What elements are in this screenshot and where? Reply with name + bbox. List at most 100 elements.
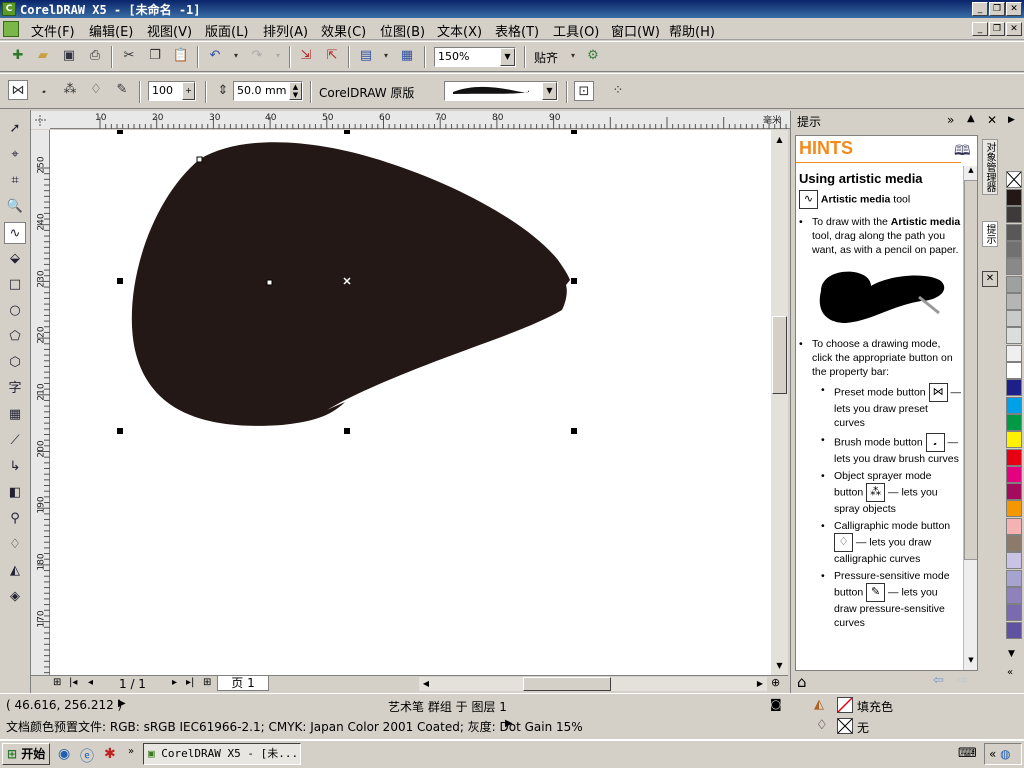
close-button[interactable]: ✕ xyxy=(1006,2,1022,16)
quicklaunch-more-icon[interactable]: » xyxy=(128,746,134,757)
blend-tool-icon[interactable]: ◧ xyxy=(4,482,26,504)
artistic-media-tool-icon[interactable]: ∿ xyxy=(4,222,26,244)
start-button[interactable]: ⊞ 开始 xyxy=(2,743,50,765)
vertical-scrollbar[interactable]: ▲ ▼ xyxy=(771,130,788,675)
redo-dropdown-icon[interactable]: ▾ xyxy=(268,46,288,66)
color-swatch[interactable] xyxy=(1006,552,1022,570)
path-node[interactable] xyxy=(266,279,273,286)
color-swatch[interactable] xyxy=(1006,517,1022,535)
palette-scroll-down-icon[interactable]: ▼ xyxy=(1008,649,1015,659)
interactive-fill-tool-icon[interactable]: ◈ xyxy=(4,586,26,608)
hints-forward-icon[interactable]: ⇨ xyxy=(957,673,968,688)
ie-quicklaunch-icon[interactable]: ⓔ xyxy=(80,746,94,766)
menu-help[interactable]: 帮助(H) xyxy=(669,21,715,40)
undo-icon[interactable]: ↶ xyxy=(205,46,225,66)
cut-icon[interactable]: ✂ xyxy=(119,46,139,66)
last-page-icon[interactable]: ▸| xyxy=(186,677,194,688)
outline-swatch[interactable] xyxy=(837,718,853,734)
color-swatch[interactable] xyxy=(1006,223,1022,241)
color-profile-info[interactable]: 文档颜色预置文件: RGB: sRGB IEC61966-2.1; CMYK: … xyxy=(6,718,583,735)
add-page-before-icon[interactable]: ⊞ xyxy=(53,677,61,688)
tray-expand-icon[interactable]: « xyxy=(989,747,996,761)
horizontal-ruler[interactable]: 10 20 30 40 50 60 70 80 90 毫米 xyxy=(50,111,790,129)
menu-effects[interactable]: 效果(C) xyxy=(321,21,366,40)
outline-tool-icon[interactable]: ♢ xyxy=(4,534,26,556)
hints-book-icon[interactable]: 🕮 xyxy=(954,140,971,164)
color-swatch[interactable] xyxy=(1006,431,1022,449)
color-swatch[interactable] xyxy=(1006,396,1022,414)
first-page-icon[interactable]: |◂ xyxy=(69,677,77,688)
scroll-up-icon[interactable]: ▲ xyxy=(772,132,787,147)
docker-close-icon[interactable]: ✕ xyxy=(987,113,997,127)
hints-back-icon[interactable]: ⇦ xyxy=(933,673,944,688)
menu-edit[interactable]: 编辑(E) xyxy=(89,21,133,40)
open-icon[interactable]: ▰ xyxy=(33,46,53,66)
horizontal-scrollbar[interactable]: ◀ ▶ xyxy=(419,677,767,691)
color-swatch[interactable] xyxy=(1006,604,1022,622)
doc-minimize-button[interactable]: _ xyxy=(972,22,988,36)
vertical-ruler[interactable]: 250 240 230 220 210 200 190 180 170 xyxy=(31,130,50,675)
tab-object-manager[interactable]: 对象管理器 xyxy=(982,139,998,195)
close-docker-icon[interactable]: ✕ xyxy=(982,271,998,287)
new-document-icon[interactable]: ✚ xyxy=(8,46,28,66)
connector-tool-icon[interactable]: ↳ xyxy=(4,456,26,478)
menu-file[interactable]: 文件(F) xyxy=(31,21,75,40)
hints-scroll-up-icon[interactable]: ▲ xyxy=(964,166,977,178)
color-swatch[interactable] xyxy=(1006,275,1022,293)
calligraphic-mode-icon[interactable]: ♢ xyxy=(86,80,106,100)
color-swatch[interactable] xyxy=(1006,258,1022,276)
doc-restore-button[interactable]: ❐ xyxy=(989,22,1005,36)
docker-collapse-icon[interactable]: ▲ xyxy=(967,113,975,124)
color-swatch[interactable] xyxy=(1006,327,1022,345)
pick-tool-icon[interactable]: ➚ xyxy=(4,118,26,140)
print-icon[interactable]: ⎙ xyxy=(85,46,105,66)
export-icon[interactable]: ⇱ xyxy=(322,46,342,66)
menu-view[interactable]: 视图(V) xyxy=(147,21,192,40)
fill-tool-icon[interactable]: ◭ xyxy=(4,560,26,582)
doc-close-button[interactable]: ✕ xyxy=(1006,22,1022,36)
next-page-icon[interactable]: ▸ xyxy=(172,677,177,688)
text-tool-icon[interactable]: 字 xyxy=(4,378,26,400)
sprayer-mode-icon[interactable]: ⁂ xyxy=(60,80,80,100)
docker-expand-icon[interactable]: » xyxy=(947,113,954,127)
coordinates-menu-icon[interactable]: ▶ xyxy=(118,698,126,709)
application-launcher-icon[interactable]: ▤ xyxy=(356,46,376,66)
color-swatch[interactable] xyxy=(1006,500,1022,518)
shape-tool-icon[interactable]: ⌖ xyxy=(4,144,26,166)
smoothing-slider-icon[interactable]: + xyxy=(182,82,195,100)
task-coreldraw[interactable]: ▣ CorelDRAW X5 - [未... xyxy=(143,743,301,765)
menu-window[interactable]: 窗口(W) xyxy=(611,21,660,40)
horizontal-scroll-thumb[interactable] xyxy=(523,677,611,691)
maximize-button[interactable]: ❐ xyxy=(989,2,1005,16)
scroll-right-icon[interactable]: ▶ xyxy=(753,677,767,691)
palette-scroll-up-icon[interactable]: ▶ xyxy=(1008,115,1015,125)
table-tool-icon[interactable]: ▦ xyxy=(4,404,26,426)
hints-home-icon[interactable]: ⌂ xyxy=(797,673,807,691)
rectangle-tool-icon[interactable]: □ xyxy=(4,274,26,296)
preset-stroke-list[interactable] xyxy=(444,81,558,101)
crop-tool-icon[interactable]: ⌗ xyxy=(4,170,26,192)
menu-bitmaps[interactable]: 位图(B) xyxy=(380,21,425,40)
eyedropper-tool-icon[interactable]: ⚲ xyxy=(4,508,26,530)
color-swatch[interactable] xyxy=(1006,344,1022,362)
snap-dropdown-icon[interactable]: ▾ xyxy=(563,46,583,66)
zoom-tool-icon[interactable]: 🔍 xyxy=(4,196,26,218)
hints-scroll-down-icon[interactable]: ▼ xyxy=(964,656,977,668)
document-icon[interactable] xyxy=(3,21,19,37)
fill-swatch[interactable] xyxy=(837,697,853,713)
color-swatch[interactable] xyxy=(1006,362,1022,379)
menu-arrange[interactable]: 排列(A) xyxy=(263,21,308,40)
redo-icon[interactable]: ↷ xyxy=(247,46,267,66)
color-swatch[interactable] xyxy=(1006,240,1022,258)
menu-table[interactable]: 表格(T) xyxy=(495,21,539,40)
color-swatch[interactable] xyxy=(1006,413,1022,431)
width-spinner-icon[interactable]: ▲ ▼ xyxy=(289,82,302,100)
color-swatch[interactable] xyxy=(1006,379,1022,397)
hints-scrollbar[interactable]: ▲ ▼ xyxy=(963,166,977,670)
palette-expand-icon[interactable]: « xyxy=(1007,667,1013,678)
smart-fill-tool-icon[interactable]: ⬙ xyxy=(4,248,26,270)
color-swatch[interactable] xyxy=(1006,310,1022,328)
color-swatch[interactable] xyxy=(1006,483,1022,501)
basic-shapes-tool-icon[interactable]: ⬡ xyxy=(4,352,26,374)
profile-menu-icon[interactable]: ▶ xyxy=(505,718,513,729)
